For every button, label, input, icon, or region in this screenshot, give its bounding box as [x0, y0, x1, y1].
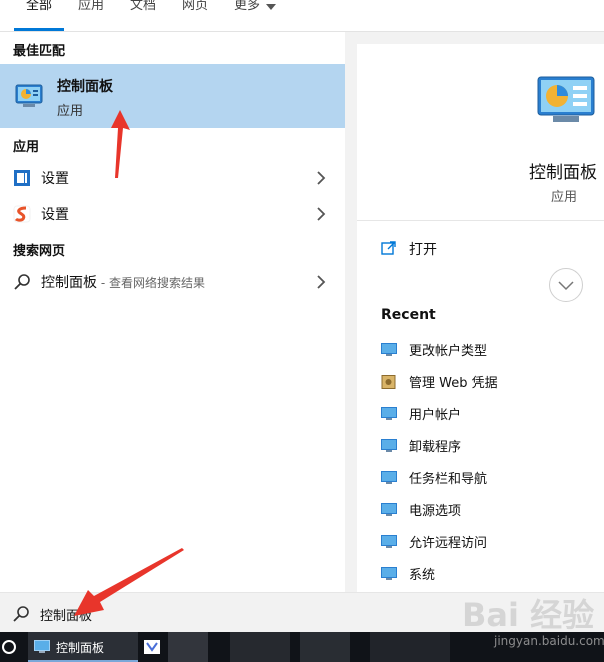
settings-blue-icon [14, 170, 30, 186]
expand-button[interactable] [549, 268, 583, 302]
recent-item-label: 允许远程访问 [409, 536, 488, 551]
web-search-result[interactable]: 控制面板 - 查看网络搜索结果 [0, 264, 345, 300]
search-icon [14, 274, 30, 290]
recent-item[interactable]: 任务栏和导航 [381, 468, 601, 490]
control-panel-small-icon [381, 567, 397, 580]
recent-item[interactable]: 系统 [381, 564, 601, 586]
best-match-title: 控制面板 [57, 79, 113, 95]
chevron-right-icon[interactable] [314, 206, 328, 222]
control-panel-small-icon [381, 503, 397, 516]
control-panel-small-icon [381, 439, 397, 452]
recent-item-label: 管理 Web 凭据 [409, 376, 498, 391]
tab-web[interactable]: 网页 [182, 0, 208, 13]
recent-item-label: 卸载程序 [409, 440, 462, 455]
recent-item-label: 电源选项 [409, 504, 462, 519]
app-icon[interactable] [144, 640, 160, 654]
tab-more-label: 更多 [234, 0, 261, 13]
tab-documents[interactable]: 文档 [130, 0, 156, 13]
chevron-down-icon [558, 281, 574, 291]
annotation-arrow-down-left [74, 548, 184, 616]
control-panel-icon [15, 84, 43, 107]
open-label: 打开 [409, 242, 437, 258]
preview-divider [357, 220, 604, 221]
credential-vault-icon [381, 375, 396, 389]
tab-more[interactable]: 更多 [234, 0, 276, 13]
control-panel-small-icon [381, 535, 397, 548]
apps-heading: 应用 [13, 140, 40, 155]
web-search-query: 控制面板 [41, 275, 97, 291]
control-panel-small-icon [381, 407, 397, 420]
best-match-heading: 最佳匹配 [13, 44, 66, 59]
blurred-taskbar-icons [300, 632, 350, 662]
cortana-icon[interactable] [2, 640, 16, 654]
chevron-down-icon [266, 4, 276, 10]
search-icon [13, 606, 29, 622]
recent-item[interactable]: 允许远程访问 [381, 532, 601, 554]
preview-panel: 控制面板 应用 打开 Recent 更改帐户类型 管理 Web 凭据 用户帐户 [345, 32, 604, 592]
control-panel-small-icon [381, 471, 397, 484]
recent-heading: Recent [381, 307, 436, 323]
recent-item[interactable]: 电源选项 [381, 500, 601, 522]
best-match-subtitle: 应用 [57, 104, 84, 119]
control-panel-large-icon [537, 76, 595, 122]
baidu-watermark: Bai 经验 jingyan.baidu.com [462, 590, 604, 658]
preview-subtitle: 应用 [551, 190, 578, 205]
blurred-taskbar-icons [370, 632, 450, 662]
settings-orange-icon [13, 205, 31, 223]
watermark-logo-text: Bai 经验 [462, 596, 595, 634]
control-panel-small-icon [34, 640, 50, 653]
recent-item[interactable]: 卸载程序 [381, 436, 601, 458]
open-action[interactable]: 打开 [357, 230, 604, 264]
watermark-url: jingyan.baidu.com [494, 634, 604, 648]
recent-item[interactable]: 更改帐户类型 [381, 340, 601, 362]
recent-item-label: 用户帐户 [409, 408, 462, 423]
preview-card: 控制面板 应用 打开 Recent 更改帐户类型 管理 Web 凭据 用户帐户 [357, 44, 604, 592]
best-match-result[interactable]: 控制面板 应用 [0, 64, 345, 128]
search-filter-tabs: 全部 应用 文档 网页 更多 [0, 0, 604, 32]
recent-item-label: 系统 [409, 568, 436, 583]
app-result-label: 设置 [41, 207, 69, 223]
recent-item-label: 更改帐户类型 [409, 344, 488, 359]
tab-all[interactable]: 全部 [26, 0, 52, 13]
tab-apps[interactable]: 应用 [78, 0, 104, 13]
web-search-heading: 搜索网页 [13, 244, 66, 259]
control-panel-small-icon [381, 343, 397, 356]
chevron-right-icon[interactable] [314, 170, 328, 186]
recent-item[interactable]: 用户帐户 [381, 404, 601, 426]
results-panel: 最佳匹配 控制面板 应用 应用 设置 设置 搜索网页 控制面板 - 查看网络搜索… [0, 32, 345, 592]
app-result-label: 设置 [41, 171, 69, 187]
blurred-taskbar-icons [230, 632, 290, 662]
taskbar-app-label: 控制面板 [56, 641, 105, 655]
chevron-right-icon[interactable] [314, 274, 328, 290]
blurred-taskbar-icons [168, 632, 208, 662]
web-search-label: 控制面板 - 查看网络搜索结果 [41, 272, 205, 292]
app-result-settings-2[interactable]: 设置 [0, 196, 345, 232]
app-result-settings-1[interactable]: 设置 [0, 160, 345, 196]
recent-item[interactable]: 管理 Web 凭据 [381, 372, 601, 394]
recent-item-label: 任务栏和导航 [409, 472, 488, 487]
open-icon [381, 241, 396, 255]
preview-title: 控制面板 [529, 163, 597, 183]
annotation-arrow-up [111, 110, 130, 178]
web-search-suffix: - 查看网络搜索结果 [97, 276, 205, 290]
taskbar-app-control-panel[interactable]: 控制面板 [28, 632, 138, 662]
